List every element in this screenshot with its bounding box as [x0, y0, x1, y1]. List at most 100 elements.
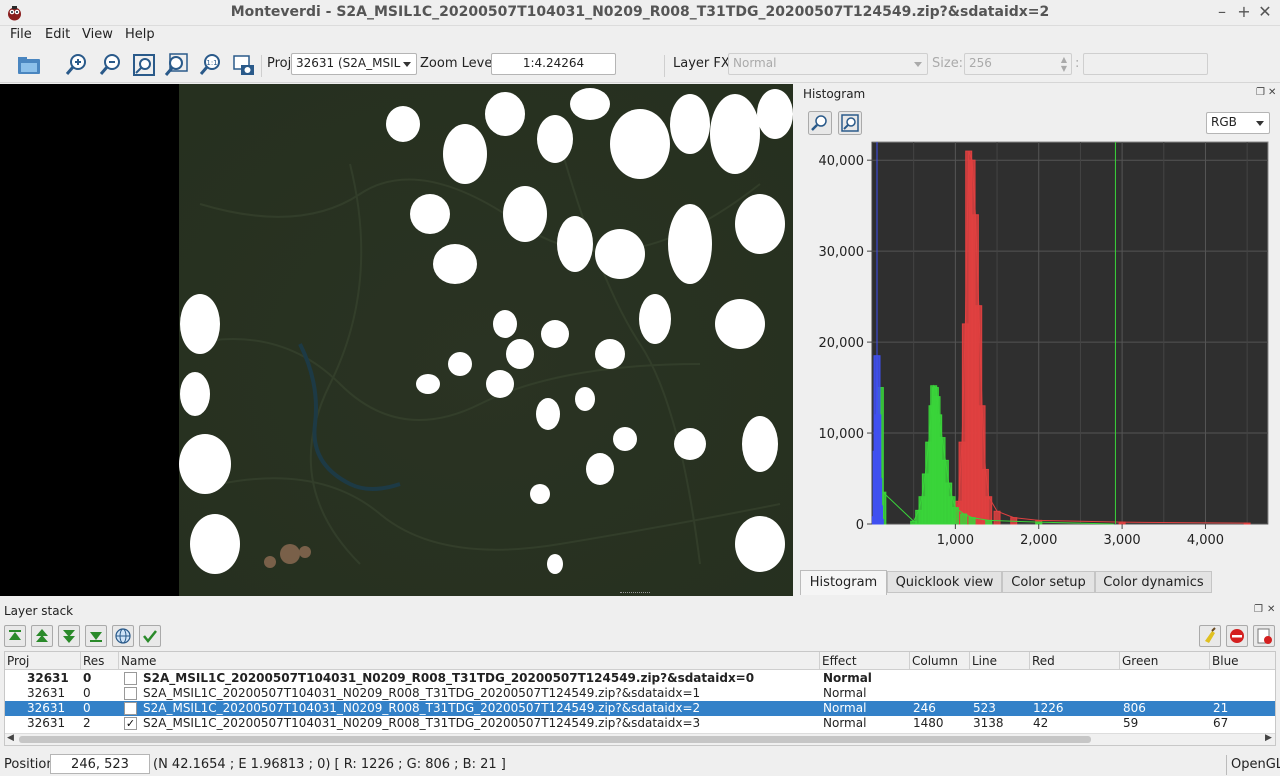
tab-quicklook-label: Quicklook view	[895, 575, 994, 590]
channel-select[interactable]: RGB	[1206, 112, 1270, 134]
menu-help[interactable]: Help	[125, 27, 155, 42]
zoom-level-label: Zoom Level	[420, 56, 496, 71]
size-spinbox[interactable]: 256 ▲ ▼	[964, 53, 1072, 75]
zoom-out-icon[interactable]	[97, 51, 125, 79]
menu-view[interactable]: View	[82, 27, 113, 42]
histogram-bar	[876, 518, 884, 525]
col-header-name[interactable]: Name	[119, 652, 820, 670]
move-up-button[interactable]	[31, 625, 53, 647]
move-down-button[interactable]	[58, 625, 80, 647]
close-layer-icon	[1257, 628, 1272, 644]
col-header-column[interactable]: Column	[910, 652, 970, 670]
x-tick-label: 3,000	[1103, 533, 1140, 548]
row-proj: 32631	[27, 671, 69, 685]
menu-file[interactable]: File	[10, 27, 32, 42]
row-red: 1226	[1033, 701, 1064, 715]
move-top-button[interactable]	[4, 625, 26, 647]
zoom-extent-icon[interactable]	[130, 51, 158, 79]
move-bottom-button[interactable]	[85, 625, 107, 647]
table-row[interactable]: 32631 0 S2A_MSIL1C_20200507T104031_N0209…	[5, 686, 1275, 701]
scrollbar-thumb[interactable]	[19, 736, 1091, 743]
table-row[interactable]: 32631 0 S2A_MSIL1C_20200507T104031_N0209…	[5, 671, 1275, 686]
tab-quicklook-view[interactable]: Quicklook view	[887, 571, 1002, 593]
row-effect: Normal	[823, 701, 867, 715]
y-tick-label: 40,000	[819, 154, 865, 169]
close-icon[interactable]: ✕	[1268, 87, 1276, 98]
image-view[interactable]	[0, 84, 793, 596]
row-name: S2A_MSIL1C_20200507T104031_N0209_R008_T3…	[143, 686, 701, 700]
zoom-one-to-one-icon[interactable]: 1:1	[197, 51, 225, 79]
row-green: 59	[1123, 716, 1139, 730]
open-folder-icon[interactable]	[15, 51, 43, 79]
delete-layer-button[interactable]	[1226, 625, 1248, 647]
tab-color-setup[interactable]: Color setup	[1002, 571, 1095, 593]
scroll-right-icon[interactable]: ▶	[1265, 733, 1272, 743]
apply-button[interactable]	[139, 625, 161, 647]
histogram-chart[interactable]: 40,000 30,000 20,000 10,000 0 1,000 2,000 3,00…	[797, 140, 1280, 564]
float-icon[interactable]: ❐	[1254, 604, 1263, 615]
splitter-handle[interactable]	[620, 592, 650, 595]
toolbar: 1:1 Proj 32631 (S2A_MSIL Zoom Level 1:4.…	[0, 47, 1280, 83]
row-green: 806	[1123, 701, 1146, 715]
tab-histogram-label: Histogram	[809, 575, 878, 590]
x-tick-label: 1,000	[937, 533, 974, 548]
move-top-icon	[9, 630, 21, 640]
projection-button[interactable]	[112, 625, 134, 647]
row-column: 1480	[913, 716, 944, 730]
col-header-effect[interactable]: Effect	[820, 652, 910, 670]
col-header-proj[interactable]: Proj	[5, 652, 81, 670]
chevron-down-icon	[1256, 121, 1264, 126]
y-tick-label: 30,000	[819, 245, 865, 260]
tab-histogram[interactable]: Histogram	[800, 570, 887, 595]
row-red: 42	[1033, 716, 1049, 730]
col-header-res[interactable]: Res	[81, 652, 119, 670]
spin-arrows-icon[interactable]: ▲ ▼	[1061, 55, 1067, 73]
horizontal-scrollbar[interactable]: ◀ ▶	[5, 733, 1275, 745]
move-up-icon	[36, 629, 48, 642]
zoom-full-icon[interactable]	[162, 51, 190, 79]
minimize-icon[interactable]: –	[1213, 2, 1231, 22]
menu-bar: File Edit View Help	[0, 26, 1280, 46]
position-input[interactable]: 246, 523	[50, 754, 150, 774]
float-icon[interactable]: ❐	[1256, 87, 1265, 98]
col-header-red[interactable]: Red	[1030, 652, 1120, 670]
row-line: 523	[973, 701, 996, 715]
maximize-icon[interactable]: +	[1235, 2, 1253, 22]
zoom-fit-icon[interactable]	[838, 111, 862, 135]
row-effect: Normal	[823, 686, 867, 700]
extra-input[interactable]	[1083, 53, 1208, 75]
proj-select[interactable]: 32631 (S2A_MSIL	[291, 53, 417, 75]
row-visibility-checkbox[interactable]	[124, 702, 137, 715]
chevron-down-icon	[914, 62, 922, 67]
status-separator	[1226, 755, 1227, 775]
row-visibility-checkbox[interactable]	[124, 672, 137, 685]
row-name: S2A_MSIL1C_20200507T104031_N0209_R008_T3…	[143, 671, 755, 685]
close-layer-button[interactable]	[1253, 625, 1275, 647]
col-header-line[interactable]: Line	[970, 652, 1030, 670]
table-row-selected[interactable]: 32631 0 S2A_MSIL1C_20200507T104031_N0209…	[5, 701, 1275, 716]
monteverdi-window: Monteverdi - S2A_MSIL1C_20200507T104031_…	[0, 0, 1280, 776]
table-row[interactable]: 32631 2 ✓ S2A_MSIL1C_20200507T104031_N02…	[5, 716, 1275, 731]
row-visibility-checkbox[interactable]	[124, 687, 137, 700]
toolbar-separator	[261, 55, 262, 77]
clear-button[interactable]	[1199, 625, 1221, 647]
scroll-left-icon[interactable]: ◀	[7, 733, 14, 743]
zoom-icon[interactable]	[808, 111, 832, 135]
row-res: 0	[83, 671, 92, 685]
histogram-bar	[968, 517, 976, 525]
col-header-blue[interactable]: Blue	[1210, 652, 1275, 670]
col-header-green[interactable]: Green	[1120, 652, 1210, 670]
close-icon[interactable]: ✕	[1267, 604, 1275, 615]
row-blue: 67	[1213, 716, 1229, 730]
zoom-level-input[interactable]: 1:4.24264	[491, 53, 616, 75]
tab-color-dynamics[interactable]: Color dynamics	[1095, 571, 1212, 593]
screenshot-icon[interactable]	[230, 51, 258, 79]
check-icon	[143, 630, 157, 644]
move-bottom-icon	[90, 632, 102, 642]
toolbar-separator	[664, 55, 665, 77]
row-visibility-checkbox[interactable]: ✓	[124, 717, 137, 730]
layer-fx-select[interactable]: Normal	[728, 53, 928, 75]
close-icon[interactable]: ✕	[1256, 2, 1274, 22]
menu-edit[interactable]: Edit	[45, 27, 70, 42]
zoom-in-icon[interactable]	[63, 51, 91, 79]
